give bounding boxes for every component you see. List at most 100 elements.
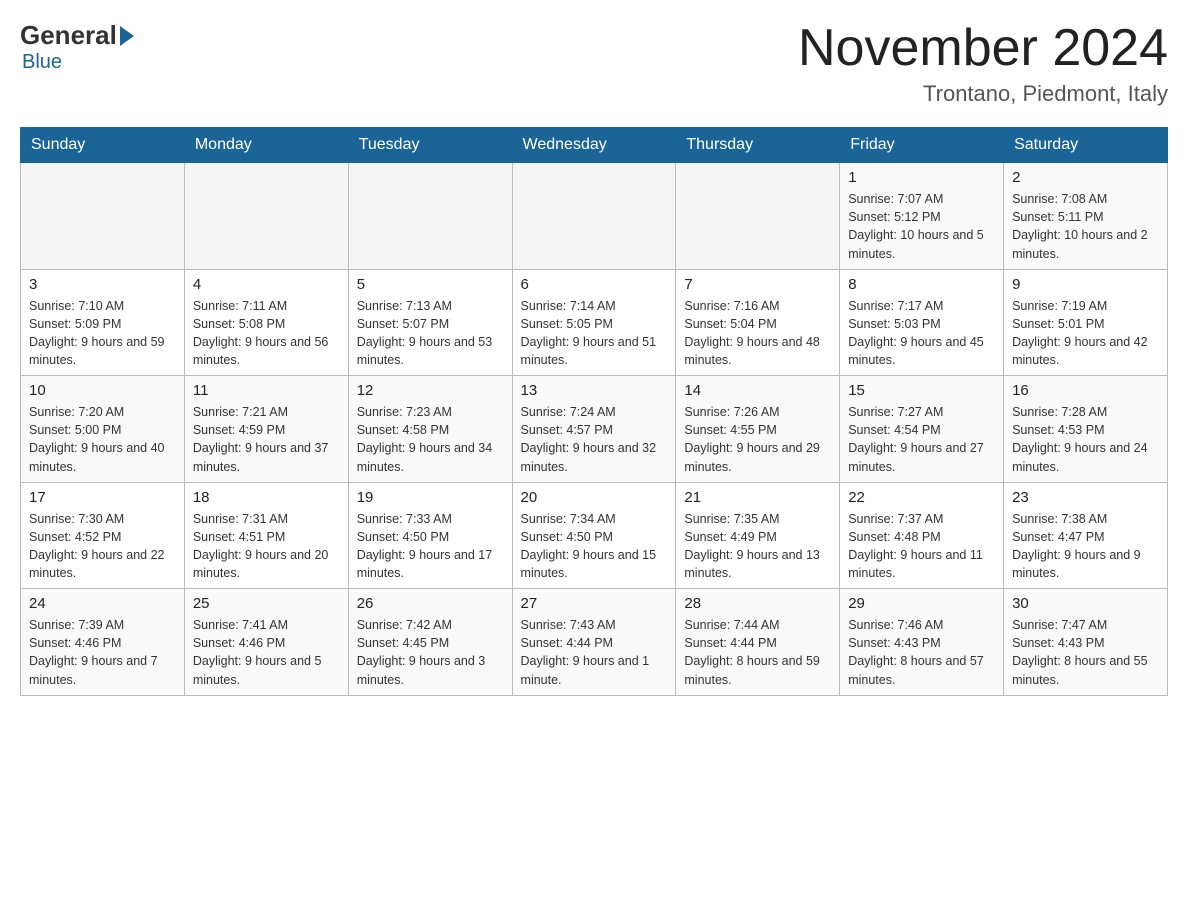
calendar-table: SundayMondayTuesdayWednesdayThursdayFrid… <box>20 127 1168 696</box>
calendar-cell: 8 Sunrise: 7:17 AMSunset: 5:03 PMDaylight… <box>840 269 1004 376</box>
day-number: 24 <box>29 595 176 612</box>
calendar-cell: 22 Sunrise: 7:37 AMSunset: 4:48 PMDayligh… <box>840 482 1004 589</box>
calendar-cell: 10Sunrise: 7:20 AMSunset: 5:00 PMDayligh… <box>21 376 185 483</box>
calendar-cell: 11 Sunrise: 7:21 AMSunset: 4:59 PMDayligh… <box>184 376 348 483</box>
day-number: 22 <box>848 489 995 506</box>
day-info: Sunrise: 7:08 AMSunset: 5:11 PMDaylight:… <box>1012 190 1159 263</box>
day-number: 11 <box>193 382 340 399</box>
calendar-cell: 18Sunrise: 7:31 AMSunset: 4:51 PMDayligh… <box>184 482 348 589</box>
day-info: Sunrise: 7:42 AMSunset: 4:45 PMDaylight:… <box>357 616 504 689</box>
location-text: Trontano, Piedmont, Italy <box>798 81 1168 107</box>
day-info: Sunrise: 7:21 AMSunset: 4:59 PMDaylight:… <box>193 403 340 476</box>
day-info: Sunrise: 7:20 AMSunset: 5:00 PMDaylight:… <box>29 403 176 476</box>
day-number: 21 <box>684 489 831 506</box>
day-info: Sunrise: 7:26 AMSunset: 4:55 PMDaylight:… <box>684 403 831 476</box>
day-number: 19 <box>357 489 504 506</box>
calendar-header-monday: Monday <box>184 128 348 163</box>
calendar-cell: 16 Sunrise: 7:28 AMSunset: 4:53 PMDayligh… <box>1004 376 1168 483</box>
calendar-header-sunday: Sunday <box>21 128 185 163</box>
calendar-cell <box>21 163 185 270</box>
day-info: Sunrise: 7:46 AMSunset: 4:43 PMDaylight:… <box>848 616 995 689</box>
day-number: 16 <box>1012 382 1159 399</box>
day-info: Sunrise: 7:47 AMSunset: 4:43 PMDaylight:… <box>1012 616 1159 689</box>
day-number: 8 <box>848 276 995 293</box>
calendar-cell: 4 Sunrise: 7:11 AMSunset: 5:08 PMDaylight… <box>184 269 348 376</box>
calendar-cell: 2 Sunrise: 7:08 AMSunset: 5:11 PMDaylight… <box>1004 163 1168 270</box>
day-number: 30 <box>1012 595 1159 612</box>
day-number: 2 <box>1012 169 1159 186</box>
calendar-cell: 20Sunrise: 7:34 AMSunset: 4:50 PMDayligh… <box>512 482 676 589</box>
calendar-cell: 21 Sunrise: 7:35 AMSunset: 4:49 PMDayligh… <box>676 482 840 589</box>
calendar-header-wednesday: Wednesday <box>512 128 676 163</box>
day-info: Sunrise: 7:38 AMSunset: 4:47 PMDaylight:… <box>1012 510 1159 583</box>
day-number: 1 <box>848 169 995 186</box>
calendar-cell: 5 Sunrise: 7:13 AMSunset: 5:07 PMDaylight… <box>348 269 512 376</box>
calendar-cell <box>512 163 676 270</box>
day-info: Sunrise: 7:27 AMSunset: 4:54 PMDaylight:… <box>848 403 995 476</box>
calendar-cell: 23 Sunrise: 7:38 AMSunset: 4:47 PMDayligh… <box>1004 482 1168 589</box>
day-number: 13 <box>521 382 668 399</box>
calendar-cell <box>348 163 512 270</box>
day-number: 6 <box>521 276 668 293</box>
calendar-cell: 13Sunrise: 7:24 AMSunset: 4:57 PMDayligh… <box>512 376 676 483</box>
calendar-cell: 27 Sunrise: 7:43 AMSunset: 4:44 PMDayligh… <box>512 589 676 696</box>
day-number: 4 <box>193 276 340 293</box>
day-info: Sunrise: 7:23 AMSunset: 4:58 PMDaylight:… <box>357 403 504 476</box>
calendar-header-thursday: Thursday <box>676 128 840 163</box>
day-number: 7 <box>684 276 831 293</box>
title-section: November 2024 Trontano, Piedmont, Italy <box>798 20 1168 107</box>
day-info: Sunrise: 7:19 AMSunset: 5:01 PMDaylight:… <box>1012 297 1159 370</box>
calendar-cell: 3 Sunrise: 7:10 AMSunset: 5:09 PMDaylight… <box>21 269 185 376</box>
calendar-cell: 30 Sunrise: 7:47 AMSunset: 4:43 PMDayligh… <box>1004 589 1168 696</box>
calendar-header-saturday: Saturday <box>1004 128 1168 163</box>
calendar-cell: 29Sunrise: 7:46 AMSunset: 4:43 PMDayligh… <box>840 589 1004 696</box>
month-title: November 2024 <box>798 20 1168 77</box>
day-number: 23 <box>1012 489 1159 506</box>
day-number: 25 <box>193 595 340 612</box>
logo: General Blue <box>20 20 134 74</box>
calendar-cell: 7 Sunrise: 7:16 AMSunset: 5:04 PMDaylight… <box>676 269 840 376</box>
calendar-cell: 14 Sunrise: 7:26 AMSunset: 4:55 PMDayligh… <box>676 376 840 483</box>
day-info: Sunrise: 7:28 AMSunset: 4:53 PMDaylight:… <box>1012 403 1159 476</box>
day-number: 28 <box>684 595 831 612</box>
logo-blue-text: Blue <box>22 51 62 74</box>
calendar-cell: 6Sunrise: 7:14 AMSunset: 5:05 PMDaylight… <box>512 269 676 376</box>
calendar-week-row: 3 Sunrise: 7:10 AMSunset: 5:09 PMDaylight… <box>21 269 1168 376</box>
calendar-cell: 9Sunrise: 7:19 AMSunset: 5:01 PMDaylight… <box>1004 269 1168 376</box>
page-header: General Blue November 2024 Trontano, Pie… <box>20 20 1168 107</box>
day-number: 26 <box>357 595 504 612</box>
calendar-cell <box>676 163 840 270</box>
day-info: Sunrise: 7:10 AMSunset: 5:09 PMDaylight:… <box>29 297 176 370</box>
calendar-week-row: 24Sunrise: 7:39 AMSunset: 4:46 PMDayligh… <box>21 589 1168 696</box>
day-info: Sunrise: 7:07 AMSunset: 5:12 PMDaylight:… <box>848 190 995 263</box>
day-info: Sunrise: 7:33 AMSunset: 4:50 PMDaylight:… <box>357 510 504 583</box>
calendar-cell: 25 Sunrise: 7:41 AMSunset: 4:46 PMDayligh… <box>184 589 348 696</box>
calendar-week-row: 1 Sunrise: 7:07 AMSunset: 5:12 PMDaylight… <box>21 163 1168 270</box>
day-number: 5 <box>357 276 504 293</box>
day-info: Sunrise: 7:35 AMSunset: 4:49 PMDaylight:… <box>684 510 831 583</box>
day-info: Sunrise: 7:16 AMSunset: 5:04 PMDaylight:… <box>684 297 831 370</box>
day-info: Sunrise: 7:30 AMSunset: 4:52 PMDaylight:… <box>29 510 176 583</box>
calendar-cell: 28Sunrise: 7:44 AMSunset: 4:44 PMDayligh… <box>676 589 840 696</box>
day-number: 3 <box>29 276 176 293</box>
day-number: 17 <box>29 489 176 506</box>
calendar-cell: 17 Sunrise: 7:30 AMSunset: 4:52 PMDayligh… <box>21 482 185 589</box>
calendar-cell: 19 Sunrise: 7:33 AMSunset: 4:50 PMDayligh… <box>348 482 512 589</box>
calendar-cell: 26 Sunrise: 7:42 AMSunset: 4:45 PMDayligh… <box>348 589 512 696</box>
calendar-header-row: SundayMondayTuesdayWednesdayThursdayFrid… <box>21 128 1168 163</box>
day-info: Sunrise: 7:41 AMSunset: 4:46 PMDaylight:… <box>193 616 340 689</box>
day-info: Sunrise: 7:13 AMSunset: 5:07 PMDaylight:… <box>357 297 504 370</box>
day-number: 27 <box>521 595 668 612</box>
day-number: 20 <box>521 489 668 506</box>
day-info: Sunrise: 7:31 AMSunset: 4:51 PMDaylight:… <box>193 510 340 583</box>
day-info: Sunrise: 7:11 AMSunset: 5:08 PMDaylight:… <box>193 297 340 370</box>
day-info: Sunrise: 7:17 AMSunset: 5:03 PMDaylight:… <box>848 297 995 370</box>
day-info: Sunrise: 7:43 AMSunset: 4:44 PMDaylight:… <box>521 616 668 689</box>
calendar-cell <box>184 163 348 270</box>
calendar-week-row: 17 Sunrise: 7:30 AMSunset: 4:52 PMDayligh… <box>21 482 1168 589</box>
day-info: Sunrise: 7:37 AMSunset: 4:48 PMDaylight:… <box>848 510 995 583</box>
day-number: 14 <box>684 382 831 399</box>
logo-arrow-icon <box>120 26 134 46</box>
logo-general-text: General <box>20 20 117 51</box>
calendar-cell: 15Sunrise: 7:27 AMSunset: 4:54 PMDayligh… <box>840 376 1004 483</box>
